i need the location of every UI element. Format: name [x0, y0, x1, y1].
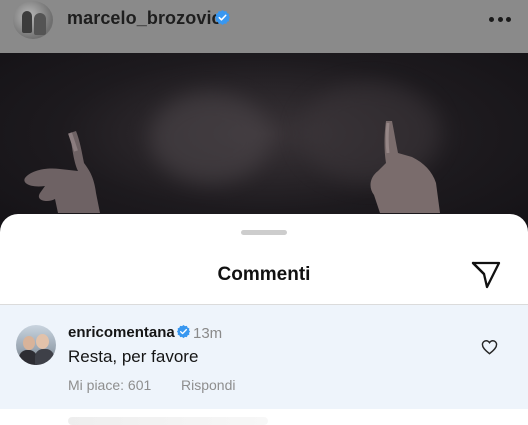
post-image — [0, 53, 528, 233]
verified-badge-icon — [176, 324, 191, 344]
comment-item: enricomentana 13m Resta, per favore Mi p… — [0, 305, 528, 409]
raised-fingers-graphic — [24, 121, 440, 213]
verified-badge-icon — [214, 9, 231, 31]
reply-button[interactable]: Rispondi — [181, 377, 235, 393]
comment-like-count[interactable]: Mi piace: 601 — [68, 377, 151, 393]
post-header: marcelo_brozovic — [0, 0, 528, 53]
post-author-avatar[interactable] — [13, 1, 53, 39]
comment-text: Resta, per favore — [68, 347, 199, 366]
more-options-icon[interactable] — [489, 16, 511, 22]
sheet-drag-handle[interactable] — [241, 230, 287, 235]
commenter-username[interactable]: enricomentana — [68, 324, 175, 341]
next-comment-partial — [0, 409, 528, 425]
comment-timestamp: 13m — [193, 325, 223, 342]
sheet-title: Commenti — [217, 264, 311, 285]
comments-sheet: Commenti enricomentana 13m Resta, per fa… — [0, 214, 528, 425]
heart-outline-icon[interactable] — [481, 339, 498, 360]
commenter-avatar[interactable] — [16, 325, 56, 365]
send-icon[interactable] — [470, 260, 502, 295]
post-author-username[interactable]: marcelo_brozovic — [67, 8, 222, 29]
